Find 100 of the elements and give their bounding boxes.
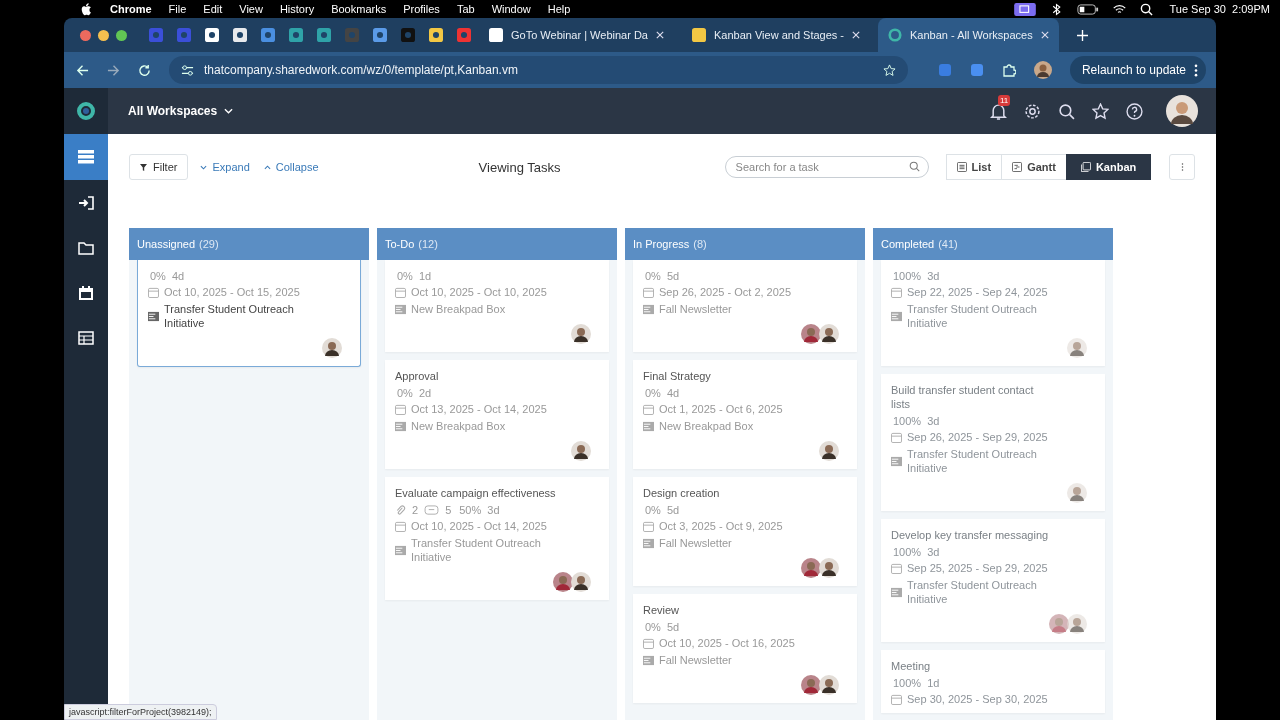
comment-count: 5 [445,504,452,516]
menu-item[interactable]: File [168,3,187,15]
star-icon[interactable] [1092,102,1109,120]
minimize-button[interactable] [98,29,109,41]
bell-icon[interactable] [990,102,1007,120]
profile-avatar-icon[interactable] [1033,61,1052,79]
expand-button[interactable]: Expand [198,161,252,173]
avatar-icon [553,572,573,592]
project-name: New Breakpad Box [659,419,754,433]
forward-icon[interactable] [107,63,120,77]
stack-icon [78,150,94,164]
battery-icon[interactable] [1076,2,1099,16]
project-name: New Breakpad Box [411,419,506,433]
wifi-icon[interactable] [1112,2,1126,16]
list-icon [956,162,967,172]
task-duration: 3d [927,546,940,558]
workspace-dropdown[interactable]: All Workspaces [128,104,234,118]
browser-tab[interactable]: Kanban - All Workspaces [878,18,1059,52]
calendar-icon [891,562,902,574]
close-icon[interactable] [655,31,664,39]
favicon-icon [489,28,503,42]
calendar-icon [395,286,406,298]
task-card[interactable]: Meeting 100% 1d Sep 30, 2025 - Sep 30, 2025 [881,650,1105,713]
settings-icon[interactable] [1024,102,1041,120]
menu-item[interactable]: Help [547,3,571,15]
address-bar[interactable]: thatcompany.sharedwork.com/wz/0/template/pt,Kanban.vm [169,56,908,84]
task-card[interactable]: Review 0% 5d Oct 10, 2025 - Oct 16, 2025 Fall Newsletter [633,594,857,703]
close-icon[interactable] [852,31,861,39]
site-settings-icon[interactable] [181,63,194,77]
column-count: (29) [199,238,219,250]
cards-icon [1080,162,1091,172]
close-button[interactable] [80,29,91,41]
task-progress: 0% [645,621,661,633]
task-card[interactable]: Final Strategy 0% 4d Oct 1, 2025 - Oct 6, 2025 New Breakpad Box [633,360,857,469]
task-card[interactable]: Approval 0% 2d Oct 13, 2025 - Oct 14, 2025 New Breakpad Box [385,360,609,469]
browser-tab[interactable]: GoTo Webinar | Webinar Da [479,18,674,52]
avatar-icon [819,675,839,695]
avatar-icon [322,338,342,358]
task-card[interactable]: Evaluate campaign effectiveness 2 5 50% 3d Oct 10, 2025 - Oct 14, 2025 Transfer Student Outreach Initiative [385,477,609,600]
project-icon [395,420,406,432]
avatar-icon [1067,338,1087,358]
search-field[interactable]: Search for a task [724,156,929,178]
task-dates: Sep 26, 2025 - Sep 29, 2025 [907,431,1048,443]
reload-icon[interactable] [138,63,151,77]
user-avatar-icon[interactable] [1166,95,1198,127]
pinned-tab-icon[interactable] [205,28,219,42]
view-tab[interactable]: Gantt [1001,154,1067,180]
menu-item[interactable]: History [279,3,315,15]
task-progress: 100% [893,270,922,282]
calendar-icon [643,286,654,298]
project-icon [891,586,902,598]
column-count: (12) [418,238,438,250]
project-icon [148,310,159,322]
browser-tab[interactable]: Kanban View and Stages - [681,18,871,52]
task-title: Approval [395,369,440,383]
apple-icon[interactable] [81,2,93,16]
task-card[interactable]: Develop key transfer messaging 100% 3d Sep 25, 2025 - Sep 29, 2025 Transfer Student Outreach Initiative [881,519,1105,642]
task-dates: Oct 10, 2025 - Oct 14, 2025 [411,520,547,532]
new-tab-icon[interactable] [1076,29,1088,41]
view-tab[interactable]: List [945,154,1003,180]
menu-item[interactable]: Chrome [110,3,152,15]
screen-share-icon[interactable] [1013,2,1036,16]
menu-item[interactable]: Bookmarks [331,3,387,15]
puzzle-icon[interactable] [1001,63,1016,77]
task-duration: 3d [487,504,500,516]
avatar-icon [801,675,821,695]
menu-item[interactable]: Tab [456,3,475,15]
relaunch-button[interactable]: Relaunch to update [1069,56,1206,84]
pinned-tab-icon[interactable] [429,28,443,42]
task-dates: Oct 13, 2025 - Oct 14, 2025 [411,403,547,415]
task-title: Design creation [643,486,721,500]
menu-item[interactable]: Edit [203,3,223,15]
more-icon[interactable] [1194,63,1198,77]
search-icon[interactable] [1139,2,1153,16]
more-icon [1180,162,1184,172]
task-card[interactable]: Design creation 0% 5d Oct 3, 2025 - Oct 9, 2025 Fall Newsletter [633,477,857,586]
chevron-down-icon [200,164,208,170]
menu-item[interactable]: Profiles [403,3,440,15]
task-progress: 100% [893,546,922,558]
pinned-tab-icon[interactable] [233,28,247,42]
project-icon [643,303,654,315]
maximize-button[interactable] [116,29,127,41]
project-name: Transfer Student Outreach Initiative [907,578,1038,606]
close-icon[interactable] [1040,31,1049,39]
back-icon[interactable] [76,63,89,77]
help-icon[interactable] [1126,102,1143,120]
task-dates: Oct 10, 2025 - Oct 16, 2025 [659,637,795,649]
calendar-icon [395,520,406,532]
avatar-icon [1067,483,1087,503]
task-card[interactable]: 0% 4d Oct 10, 2025 - Oct 15, 2025 Transfer Student Outreach Initiative [137,260,361,367]
menu-item[interactable]: Window [491,3,531,15]
task-card[interactable]: Build transfer student contact lists 100% 3d Sep 26, 2025 - Sep 29, 2025 Transfer Student Outreach Initiative [881,374,1105,511]
task-dates: Sep 30, 2025 - Sep 30, 2025 [907,693,1048,705]
view-tab[interactable]: Kanban [1065,154,1152,180]
project-icon [395,544,406,556]
search-icon[interactable] [1058,102,1075,120]
filter-button[interactable]: Filter [129,154,189,180]
menu-item[interactable]: View [239,3,263,15]
collapse-button[interactable]: Collapse [261,161,321,173]
task-dates: Oct 10, 2025 - Oct 10, 2025 [411,286,547,298]
